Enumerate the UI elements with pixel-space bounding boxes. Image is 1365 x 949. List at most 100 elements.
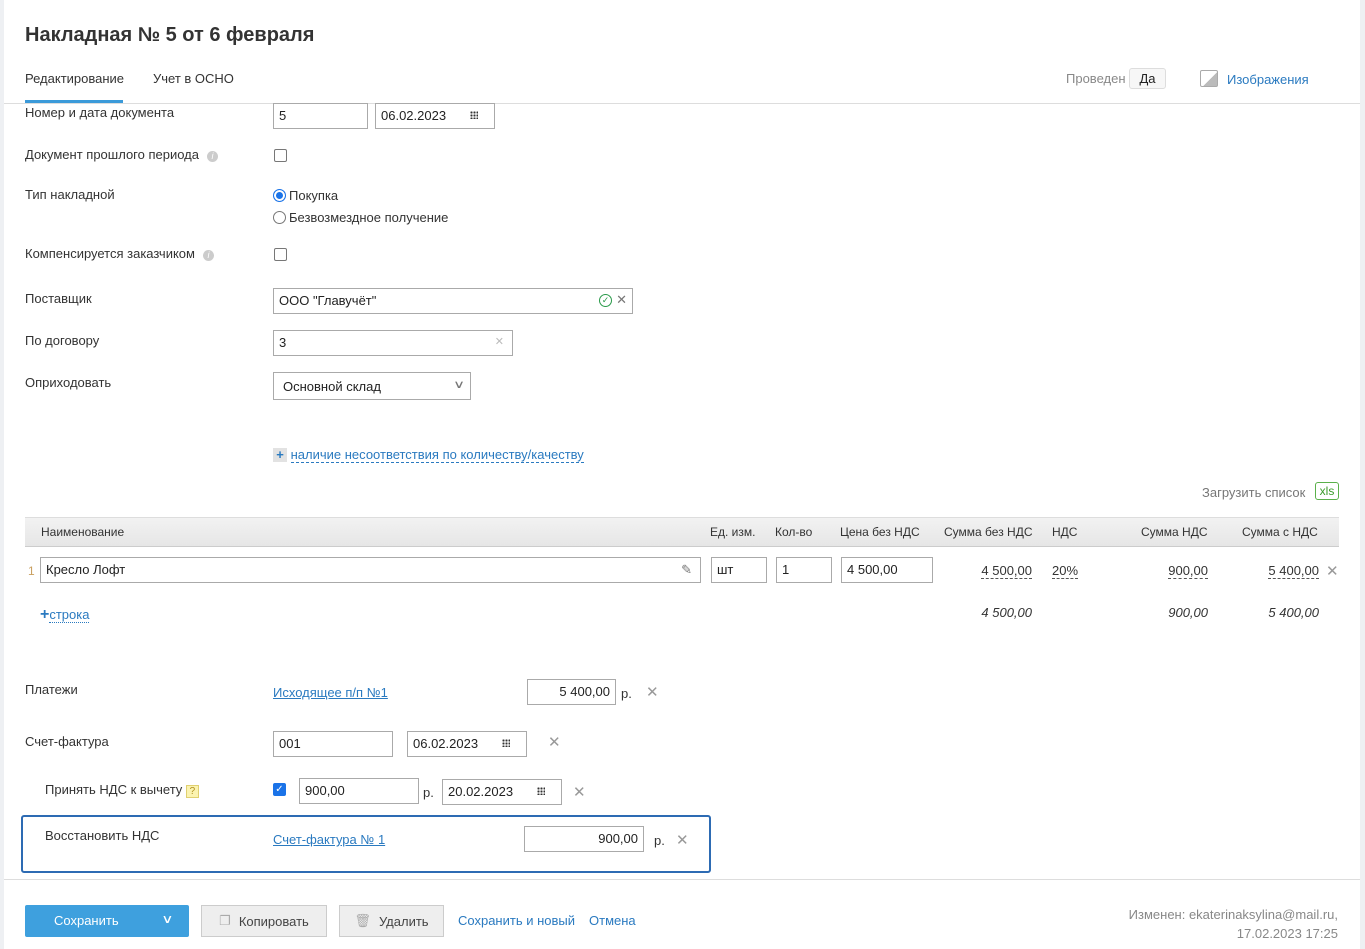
store-select[interactable]: Основной склад ∨ (273, 372, 471, 400)
col-sum: Сумма без НДС (944, 525, 1033, 539)
remove-vat-restore-icon[interactable]: ✕ (676, 831, 689, 849)
currency: р. (654, 833, 665, 848)
chevron-down-icon[interactable]: ∨ (161, 912, 173, 926)
col-vat: НДС (1052, 525, 1078, 539)
contract-input[interactable]: 3 ✕ (273, 330, 513, 356)
store-value: Основной склад (283, 379, 381, 394)
sum-value[interactable]: 4 500,00 (981, 563, 1032, 579)
upload-list-label[interactable]: Загрузить список (1202, 485, 1305, 500)
trash-icon: 🗑 (354, 913, 371, 928)
total-value[interactable]: 5 400,00 (1268, 563, 1319, 579)
total-sum: 4 500,00 (981, 605, 1032, 620)
info-icon[interactable]: i (202, 250, 214, 261)
save-and-new-link[interactable]: Сохранить и новый (458, 913, 575, 928)
scrollbar[interactable] (1360, 0, 1365, 949)
supplier-input[interactable]: ООО "Главучёт" ✓ ✕ (273, 288, 633, 314)
divider (4, 103, 1360, 104)
currency: р. (423, 785, 434, 800)
pencil-icon[interactable]: ✎ (681, 562, 692, 578)
calendar-icon[interactable] (537, 787, 545, 795)
vat-rate[interactable]: 20% (1052, 563, 1079, 579)
item-name: Кресло Лофт (46, 562, 126, 577)
info-icon[interactable]: i (207, 151, 218, 162)
invoice-date-input[interactable]: 06.02.2023 (407, 731, 527, 757)
add-row-label: строка (49, 607, 90, 623)
row-number: 1 (28, 564, 35, 578)
remove-invoice-icon[interactable]: ✕ (548, 733, 561, 751)
modified-date: 17.02.2023 17:25 (1236, 926, 1338, 941)
delete-row-icon[interactable]: ✕ (1326, 562, 1339, 580)
total-vat-sum: 900,00 (1168, 605, 1208, 620)
past-period-checkbox[interactable] (274, 149, 287, 162)
xls-upload-button[interactable]: xls (1315, 482, 1339, 500)
plus-icon: + (40, 606, 50, 623)
col-qty: Кол-во (775, 525, 813, 539)
vat-deduct-date[interactable]: 20.02.2023 (442, 779, 562, 805)
mismatch-toggle[interactable]: + наличие несоответствия по количеству/к… (273, 447, 584, 463)
invoice-date: 06.02.2023 (413, 736, 479, 751)
page-title: Накладная № 5 от 6 февраля (25, 24, 315, 46)
payment-link[interactable]: Исходящее п/п №1 (273, 685, 388, 700)
plus-icon: + (273, 448, 287, 462)
delete-button[interactable]: 🗑 Удалить (339, 905, 444, 937)
vat-restore-amount[interactable]: 900,00 (524, 826, 644, 852)
copy-icon: ❐ (219, 913, 231, 928)
tab-editing[interactable]: Редактирование (25, 71, 124, 86)
doc-date-input[interactable]: 06.02.2023 (375, 103, 495, 129)
past-period-label: Документ прошлого периода i (25, 147, 218, 162)
vat-deduct-label: Принять НДС к вычету ? (45, 782, 199, 798)
radio-free[interactable]: Безвозмездное получение (273, 210, 448, 225)
radio-purchase[interactable]: Покупка (273, 188, 338, 203)
compensated-checkbox[interactable] (274, 248, 287, 261)
store-label: Оприходовать (25, 375, 112, 390)
delete-label: Удалить (378, 913, 429, 929)
vat-deduct-amount[interactable]: 900,00 (299, 778, 419, 804)
calendar-icon[interactable] (470, 111, 478, 119)
invoice-label: Счет-фактура (25, 734, 109, 749)
clear-icon[interactable]: ✕ (495, 335, 504, 348)
col-price: Цена без НДС (840, 525, 920, 539)
price-input[interactable]: 4 500,00 (841, 557, 933, 583)
images-link[interactable]: Изображения (1227, 72, 1309, 87)
col-total: Сумма с НДС (1242, 525, 1318, 539)
vat-restore-label: Восстановить НДС (45, 828, 160, 843)
payment-amount[interactable]: 5 400,00 (527, 679, 616, 705)
payments-label: Платежи (25, 682, 78, 697)
compensated-text: Компенсируется заказчиком (25, 246, 195, 261)
posted-toggle[interactable]: Да (1129, 68, 1166, 89)
cancel-link[interactable]: Отмена (589, 913, 636, 928)
doc-date-value: 06.02.2023 (381, 108, 447, 123)
vat-sum-value[interactable]: 900,00 (1168, 563, 1208, 579)
supplier-label: Поставщик (25, 291, 92, 306)
doc-number-input[interactable]: 5 (273, 103, 368, 129)
add-row-button[interactable]: +строка (40, 606, 90, 624)
check-icon: ✓ (599, 294, 612, 307)
item-name-input[interactable]: Кресло Лофт ✎ (40, 557, 701, 583)
calendar-icon[interactable] (502, 739, 510, 747)
clear-icon[interactable]: ✕ (616, 292, 627, 308)
left-edge (0, 0, 4, 949)
remove-payment-icon[interactable]: ✕ (646, 683, 659, 701)
radio-purchase-label: Покупка (289, 188, 339, 203)
qty-input[interactable]: 1 (776, 557, 832, 583)
vat-restore-link[interactable]: Счет-фактура № 1 (273, 832, 385, 847)
posted-label: Проведен (1066, 71, 1126, 86)
tab-osno[interactable]: Учет в ОСНО (153, 71, 234, 86)
image-icon (1200, 70, 1218, 87)
mismatch-link[interactable]: наличие несоответствия по количеству/кач… (290, 447, 584, 463)
total-total: 5 400,00 (1268, 605, 1319, 620)
remove-vat-deduct-icon[interactable]: ✕ (573, 783, 586, 801)
copy-button[interactable]: ❐ Копировать (201, 905, 327, 937)
unit-input[interactable]: шт (711, 557, 767, 583)
help-icon[interactable]: ? (185, 785, 199, 798)
vat-deduct-text: Принять НДС к вычету (45, 782, 183, 797)
save-button-group: Сохранить ∨ (25, 905, 189, 937)
save-button[interactable]: Сохранить (54, 913, 119, 928)
invoice-number-input[interactable]: 001 (273, 731, 393, 757)
chevron-down-icon: ∨ (452, 379, 466, 391)
vat-deduct-checkbox[interactable]: ✓ (273, 783, 286, 796)
divider (4, 879, 1360, 880)
compensated-label: Компенсируется заказчиком i (25, 246, 214, 261)
col-name: Наименование (41, 525, 125, 539)
col-unit: Ед. изм. (710, 525, 756, 539)
